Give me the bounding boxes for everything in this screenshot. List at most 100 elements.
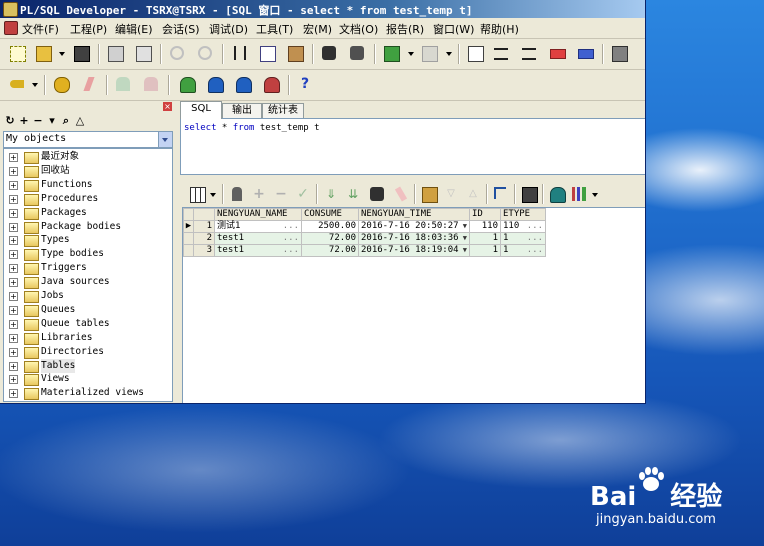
break-button[interactable]	[80, 75, 98, 93]
tree-node[interactable]: + Materialized views	[4, 386, 170, 401]
commit-button[interactable]	[114, 75, 132, 93]
cell-nengyuan-name[interactable]: 测试1...	[214, 220, 302, 233]
print-preview-button[interactable]	[134, 44, 152, 62]
expand-icon[interactable]: +	[9, 333, 18, 343]
column-header[interactable]: CONSUME	[301, 208, 359, 221]
browser-filter-icon[interactable]: △	[74, 115, 86, 127]
tree-node[interactable]: + Libraries	[4, 331, 170, 345]
close-pane-icon[interactable]: ×	[163, 102, 172, 111]
cell-etype[interactable]: 1...	[500, 244, 546, 257]
expand-icon[interactable]: +	[9, 166, 18, 176]
cell-id[interactable]: 110	[469, 220, 501, 233]
cell-nengyuan-name[interactable]: test1...	[214, 244, 302, 257]
filter-icon[interactable]: ▾	[46, 115, 58, 127]
menu-project[interactable]: 工程(P)	[70, 21, 107, 37]
post-changes-button[interactable]: ✓	[294, 185, 312, 203]
tree-node[interactable]: + Queues	[4, 303, 170, 317]
tree-node[interactable]: + Queue tables	[4, 317, 170, 331]
expand-icon[interactable]: +	[9, 347, 18, 357]
tab-sql[interactable]: SQL	[180, 101, 222, 119]
print-button[interactable]	[106, 44, 124, 62]
ellipsis-button[interactable]: ...	[523, 245, 543, 256]
undo-button[interactable]	[168, 44, 186, 62]
expand-icon[interactable]: +	[9, 180, 18, 190]
tab-statistics[interactable]: 统计表	[262, 103, 304, 118]
logon-button[interactable]	[8, 75, 26, 93]
export-dropdown-icon[interactable]	[446, 52, 452, 56]
tree-node[interactable]: + Directories	[4, 345, 170, 359]
rollback-button[interactable]	[142, 75, 160, 93]
column-header[interactable]: NENGYUAN_TIME	[358, 208, 470, 221]
menu-window[interactable]: 窗口(W)	[433, 21, 474, 37]
column-header[interactable]: ID	[469, 208, 501, 221]
sql-editor[interactable]: select * from test_temp t	[180, 118, 645, 175]
menu-report[interactable]: 报告(R)	[386, 21, 424, 37]
fetch-last-button[interactable]: ⇊	[344, 185, 362, 203]
document-button[interactable]	[466, 44, 484, 62]
sql-window-button[interactable]	[178, 75, 196, 93]
cell-nengyuan-name[interactable]: test1...	[214, 232, 302, 245]
expand-icon[interactable]: +	[9, 319, 18, 329]
tree-node[interactable]: + Package bodies	[4, 220, 170, 234]
menu-file[interactable]: 文件(F)	[22, 21, 59, 37]
menu-help[interactable]: 帮助(H)	[480, 21, 519, 37]
column-header[interactable]: NENGYUAN_NAME	[214, 208, 302, 221]
clear-record-button[interactable]	[392, 185, 410, 203]
tree-node[interactable]: + 最近对象	[4, 150, 170, 164]
table-row[interactable]: ▶ 1 测试1... 2500.00 2016-7-16 20:50:27 ▼ 1…	[183, 220, 546, 233]
copy-button[interactable]	[258, 44, 276, 62]
date-dropdown-icon[interactable]: ▼	[459, 221, 467, 232]
beautifier-button[interactable]	[610, 44, 628, 62]
open-dropdown-icon[interactable]	[59, 52, 65, 56]
cell-nengyuan-time[interactable]: 2016-7-16 18:03:36 ▼	[358, 232, 470, 245]
execute-button[interactable]	[52, 75, 70, 93]
uncomment-button[interactable]	[576, 44, 594, 62]
grid-view-dropdown-icon[interactable]	[210, 193, 216, 197]
ellipsis-button[interactable]: ...	[279, 221, 299, 232]
refresh-icon[interactable]: ↻	[4, 115, 16, 127]
prev-page-button[interactable]: △	[464, 185, 482, 203]
tree-node[interactable]: + Procedures	[4, 192, 170, 206]
command-window-button[interactable]	[234, 75, 252, 93]
expand-icon[interactable]: +	[9, 305, 18, 315]
load-dropdown-icon[interactable]	[408, 52, 414, 56]
linked-query-button[interactable]	[492, 185, 510, 203]
expand-icon[interactable]: +	[9, 361, 18, 371]
cell-consume[interactable]: 72.00	[301, 232, 359, 245]
comment-button[interactable]	[548, 44, 566, 62]
lock-button[interactable]	[228, 185, 246, 203]
tree-node[interactable]: + Jobs	[4, 289, 170, 303]
cut-button[interactable]	[230, 44, 248, 62]
insert-record-button[interactable]: +	[250, 185, 268, 203]
export-button[interactable]	[420, 44, 438, 62]
export-results-button[interactable]	[520, 185, 538, 203]
expand-icon[interactable]: +	[9, 389, 18, 399]
replace-button[interactable]	[348, 44, 366, 62]
menu-debug[interactable]: 调试(D)	[209, 21, 248, 37]
add-icon[interactable]: +	[18, 115, 30, 127]
expand-icon[interactable]: +	[9, 278, 18, 288]
help-button[interactable]: ?	[296, 75, 314, 93]
expand-icon[interactable]: +	[9, 264, 18, 274]
chart-dropdown-icon[interactable]	[592, 193, 598, 197]
menu-session[interactable]: 会话(S)	[162, 21, 200, 37]
expand-icon[interactable]: +	[9, 375, 18, 385]
grid-view-button[interactable]	[188, 185, 206, 203]
chart-button[interactable]	[570, 185, 588, 203]
cell-nengyuan-time[interactable]: 2016-7-16 20:50:27 ▼	[358, 220, 470, 233]
explain-plan-button[interactable]	[262, 75, 280, 93]
tree-node[interactable]: + 回收站	[4, 164, 170, 178]
tree-node[interactable]: + Types	[4, 233, 170, 248]
table-row[interactable]: 3 test1... 72.00 2016-7-16 18:19:04 ▼ 1 1…	[183, 244, 546, 257]
tree-node[interactable]: + Views	[4, 372, 170, 387]
menu-document[interactable]: 文档(O)	[339, 21, 378, 37]
mdi-window-icon[interactable]	[4, 21, 18, 35]
unindent-button[interactable]	[520, 44, 538, 62]
indent-button[interactable]	[492, 44, 510, 62]
next-page-button[interactable]: ▽	[442, 185, 460, 203]
find-button[interactable]	[320, 44, 338, 62]
paste-button[interactable]	[286, 44, 304, 62]
find-object-icon[interactable]: ⌕	[60, 115, 72, 127]
date-dropdown-icon[interactable]: ▼	[459, 245, 467, 256]
menu-macro[interactable]: 宏(M)	[303, 21, 332, 37]
